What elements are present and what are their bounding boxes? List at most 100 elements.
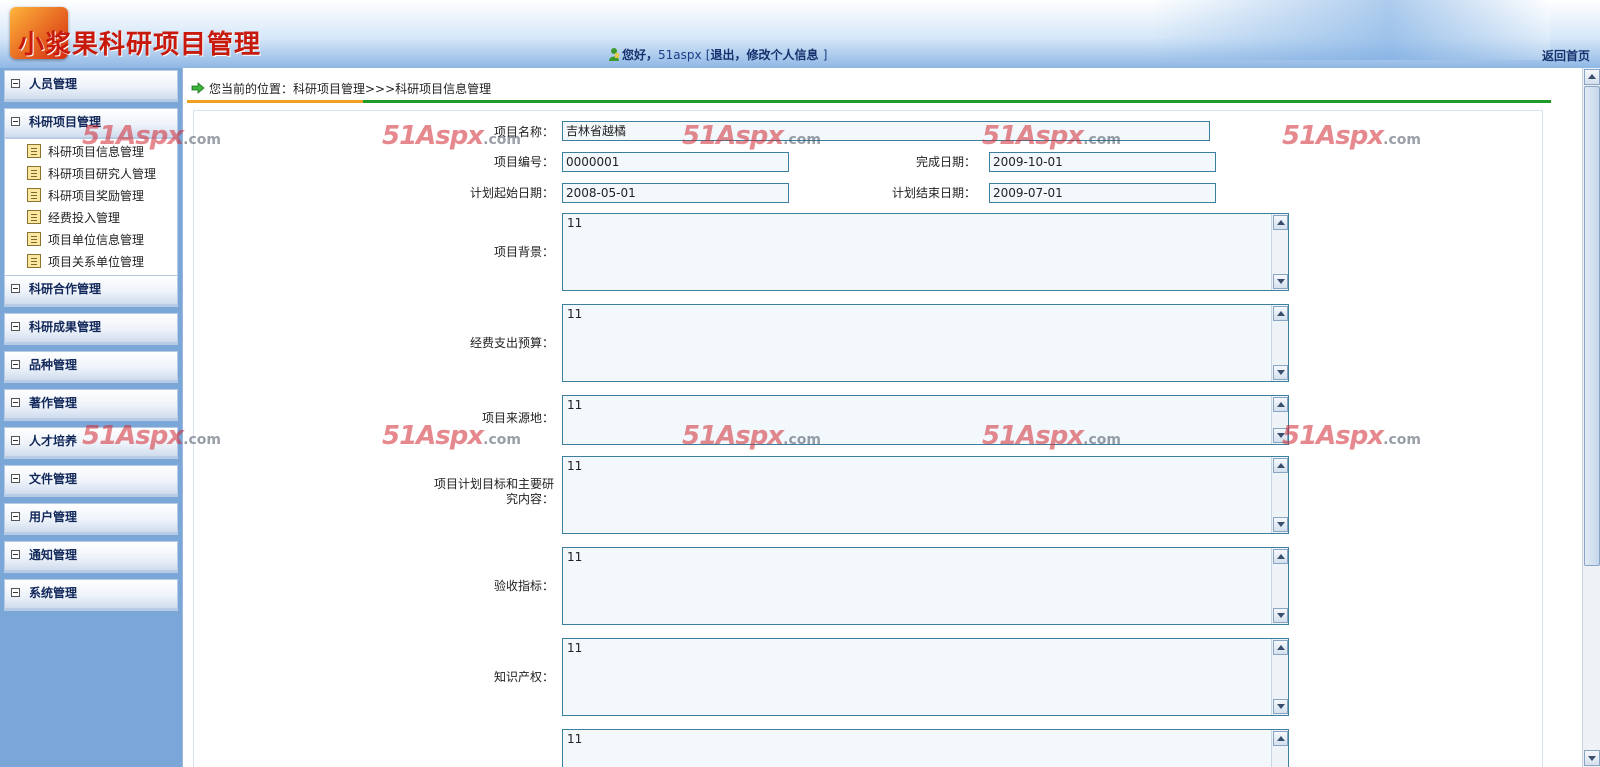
label-project-name: 项目名称： <box>493 125 554 139</box>
scroll-up-icon[interactable] <box>1584 69 1600 85</box>
plan-end-input[interactable]: 2009-07-01 <box>989 183 1216 203</box>
sidebar-item-project-researchers[interactable]: 科研项目研究人管理 <box>5 163 177 185</box>
scroll-up-icon[interactable] <box>1273 731 1288 746</box>
collapse-icon <box>11 117 20 126</box>
scroll-up-icon[interactable] <box>1273 458 1288 473</box>
collapse-icon <box>11 512 20 521</box>
menu-group-notices: 通知管理 <box>4 541 178 573</box>
menu-head-publications[interactable]: 著作管理 <box>5 390 177 420</box>
next-textarea[interactable]: 11 <box>562 729 1289 767</box>
main-content: 您当前的位置：科研项目管理>>>科研项目信息管理 项目名称： 吉林省越橘 项目编… <box>182 68 1600 767</box>
textarea-scrollbar[interactable] <box>1271 396 1288 444</box>
collapse-icon <box>11 322 20 331</box>
scroll-down-icon[interactable] <box>1584 750 1600 766</box>
scroll-down-icon[interactable] <box>1273 274 1288 289</box>
greeting-text: 您好， <box>622 48 659 62</box>
scroll-up-icon[interactable] <box>1273 215 1288 230</box>
background-textarea[interactable]: 11 <box>562 213 1289 291</box>
collapse-icon <box>11 284 20 293</box>
goals-textarea[interactable]: 11 <box>562 456 1289 534</box>
menu-head-varieties[interactable]: 品种管理 <box>5 352 177 382</box>
logout-link[interactable]: 退出 <box>710 48 734 62</box>
textarea-scrollbar[interactable] <box>1271 457 1288 533</box>
menu-head-achievements[interactable]: 科研成果管理 <box>5 314 177 344</box>
collapse-icon <box>11 436 20 445</box>
textarea-scrollbar[interactable] <box>1271 305 1288 381</box>
scroll-down-icon[interactable] <box>1273 365 1288 380</box>
separator: ， <box>734 48 747 62</box>
page-scrollbar[interactable] <box>1582 68 1600 767</box>
menu-group-publications: 著作管理 <box>4 389 178 421</box>
menu-group-system: 系统管理 <box>4 579 178 611</box>
sidebar-item-related-units[interactable]: 项目关系单位管理 <box>5 251 177 273</box>
document-icon <box>27 166 41 180</box>
menu-head-personnel[interactable]: 人员管理 <box>5 71 177 101</box>
document-icon <box>27 144 41 158</box>
ip-textarea[interactable]: 11 <box>562 638 1289 716</box>
sidebar-item-project-info[interactable]: 科研项目信息管理 <box>5 141 177 163</box>
menu-items: 科研项目信息管理 科研项目研究人管理 科研项目奖励管理 经费投入管理 项目单位信… <box>5 139 177 277</box>
label-finish-date: 完成日期： <box>915 155 976 169</box>
menu-head-files[interactable]: 文件管理 <box>5 466 177 496</box>
project-name-input[interactable]: 吉林省越橘 <box>562 121 1210 141</box>
finish-date-input[interactable]: 2009-10-01 <box>989 152 1216 172</box>
document-icon <box>27 210 41 224</box>
scroll-up-icon[interactable] <box>1273 549 1288 564</box>
label-plan-end: 计划结束日期： <box>891 186 976 200</box>
menu-group-files: 文件管理 <box>4 465 178 497</box>
breadcrumb: 您当前的位置：科研项目管理>>>科研项目信息管理 <box>191 80 491 97</box>
scroll-up-icon[interactable] <box>1273 640 1288 655</box>
label-goals: 项目计划目标和主要研究内容： <box>433 477 554 506</box>
collapse-icon <box>11 588 20 597</box>
breadcrumb-underline-orange <box>187 100 363 103</box>
scrollbar-thumb[interactable] <box>1584 86 1600 566</box>
scroll-down-icon[interactable] <box>1273 699 1288 714</box>
menu-head-users[interactable]: 用户管理 <box>5 504 177 534</box>
breadcrumb-text: 您当前的位置：科研项目管理>>>科研项目信息管理 <box>209 82 492 96</box>
label-project-no: 项目编号： <box>493 155 554 169</box>
header-decoration <box>1150 0 1550 60</box>
collapse-icon <box>11 79 20 88</box>
label-budget: 经费支出预算： <box>469 336 554 350</box>
budget-textarea[interactable]: 11 <box>562 304 1289 382</box>
sidebar-item-project-units[interactable]: 项目单位信息管理 <box>5 229 177 251</box>
textarea-scrollbar[interactable] <box>1271 730 1288 767</box>
sidebar: 人员管理 科研项目管理 科研项目信息管理 科研项目研究人管理 科研项目奖励管理 … <box>0 68 182 767</box>
edit-profile-link[interactable]: 修改个人信息 <box>747 48 819 62</box>
label-background: 项目背景： <box>493 245 554 259</box>
scroll-up-icon[interactable] <box>1273 397 1288 412</box>
menu-group-varieties: 品种管理 <box>4 351 178 383</box>
scroll-down-icon[interactable] <box>1273 517 1288 532</box>
app-header: 小浆果科研项目管理 您好，51aspx [退出，修改个人信息 ] 返回首页 <box>0 0 1600 68</box>
menu-head-system[interactable]: 系统管理 <box>5 580 177 610</box>
label-ip: 知识产权： <box>493 670 554 684</box>
collapse-icon <box>11 474 20 483</box>
textarea-scrollbar[interactable] <box>1271 214 1288 290</box>
label-acceptance: 验收指标： <box>493 579 554 593</box>
breadcrumb-underline-green <box>363 100 1551 103</box>
scroll-down-icon[interactable] <box>1273 428 1288 443</box>
user-greeting: 您好，51aspx [退出，修改个人信息 ] <box>608 46 827 63</box>
user-icon <box>609 48 619 61</box>
home-link[interactable]: 返回首页 <box>1542 47 1590 64</box>
textarea-scrollbar[interactable] <box>1271 548 1288 624</box>
plan-start-input[interactable]: 2008-05-01 <box>562 183 789 203</box>
sidebar-item-funding[interactable]: 经费投入管理 <box>5 207 177 229</box>
menu-head-cooperation[interactable]: 科研合作管理 <box>5 276 177 306</box>
arrow-right-icon <box>191 82 205 94</box>
collapse-icon <box>11 398 20 407</box>
menu-head-research-projects[interactable]: 科研项目管理 <box>5 109 177 139</box>
scroll-down-icon[interactable] <box>1273 608 1288 623</box>
menu-head-notices[interactable]: 通知管理 <box>5 542 177 572</box>
textarea-scrollbar[interactable] <box>1271 639 1288 715</box>
menu-head-talent[interactable]: 人才培养 <box>5 428 177 458</box>
acceptance-textarea[interactable]: 11 <box>562 547 1289 625</box>
menu-group-achievements: 科研成果管理 <box>4 313 178 345</box>
menu-group-cooperation: 科研合作管理 <box>4 275 178 307</box>
document-icon <box>27 188 41 202</box>
label-plan-start: 计划起始日期： <box>469 186 554 200</box>
source-textarea[interactable]: 11 <box>562 395 1289 445</box>
sidebar-item-project-awards[interactable]: 科研项目奖励管理 <box>5 185 177 207</box>
project-no-input[interactable]: 0000001 <box>562 152 789 172</box>
scroll-up-icon[interactable] <box>1273 306 1288 321</box>
